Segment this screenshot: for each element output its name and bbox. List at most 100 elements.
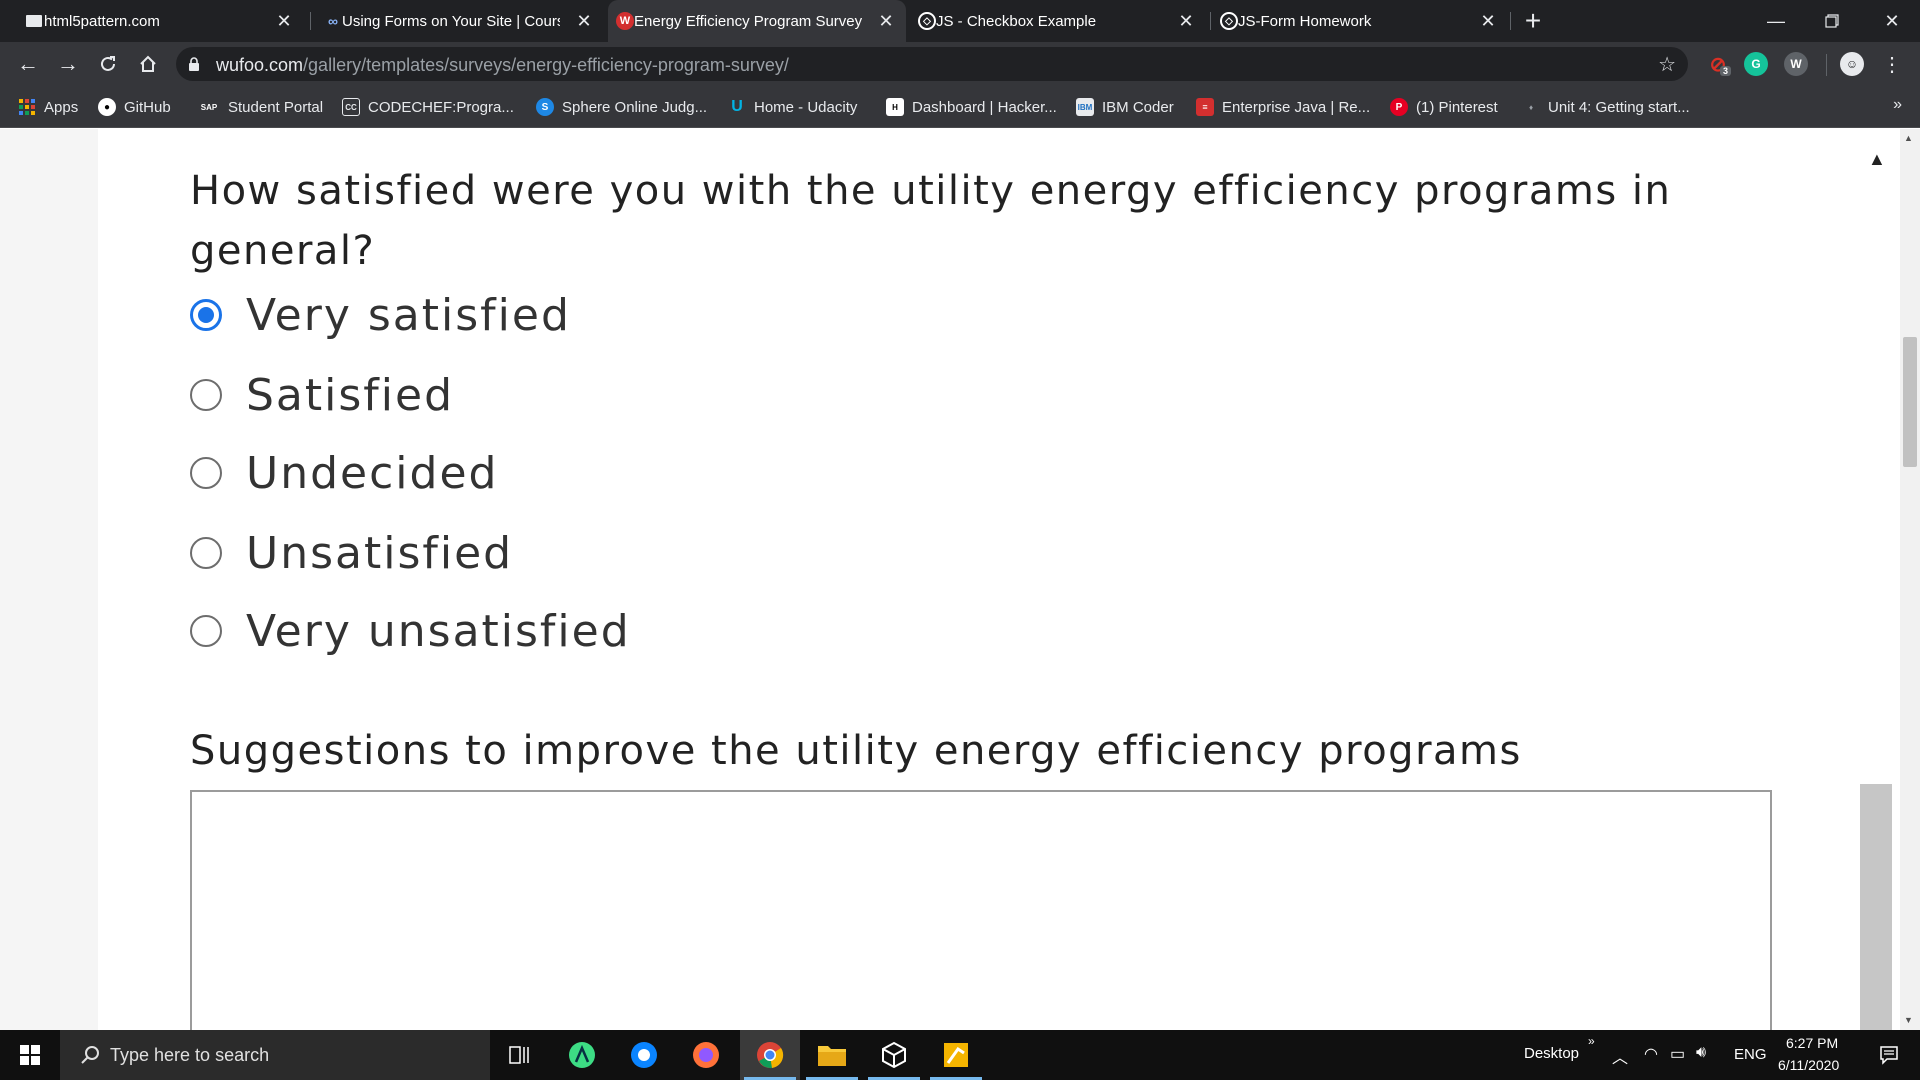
wufoo-icon: W xyxy=(616,12,634,30)
taskbar-search[interactable]: Type here to search xyxy=(60,1030,490,1080)
option-unsatisfied[interactable]: Unsatisfied xyxy=(190,523,513,583)
hackerrank-icon: H xyxy=(886,98,904,116)
bookmark-star-icon[interactable]: ☆ xyxy=(1658,52,1676,77)
file-explorer-icon[interactable] xyxy=(802,1030,862,1080)
bookmark-label: IBM Coder xyxy=(1102,98,1174,116)
firefox-blue-icon[interactable] xyxy=(614,1030,674,1080)
back-arrow-icon[interactable]: ← xyxy=(12,48,44,80)
profile-avatar-icon[interactable]: ☺ xyxy=(1840,52,1864,76)
address-bar[interactable]: wufoo.com/gallery/templates/surveys/ener… xyxy=(176,47,1688,81)
codechef-icon: CC xyxy=(342,98,360,116)
page-scroll-up-icon[interactable]: ▲ xyxy=(1904,133,1913,143)
reload-icon[interactable] xyxy=(92,48,124,80)
bookmark-label: Enterprise Java | Re... xyxy=(1222,98,1371,116)
tab-title: JS-Form Homework xyxy=(1238,12,1372,30)
desktop-toolbar-label[interactable]: Desktop xyxy=(1524,1045,1579,1062)
option-label: Satisfied xyxy=(246,369,455,421)
notification-center-icon[interactable] xyxy=(1862,1030,1916,1080)
search-placeholder: Type here to search xyxy=(110,1044,270,1065)
bookmark-unit4[interactable]: ♦ Unit 4: Getting start... xyxy=(1522,96,1690,118)
pinterest-icon: P xyxy=(1390,98,1408,116)
bookmark-label: Student Portal xyxy=(228,98,324,116)
page-scrollbar-thumb[interactable] xyxy=(1903,337,1917,467)
scroll-up-arrow-icon[interactable]: ▲ xyxy=(1868,149,1886,170)
chrome-icon[interactable] xyxy=(740,1030,800,1080)
forward-arrow-icon[interactable]: → xyxy=(52,48,84,80)
bookmarks-overflow-icon[interactable]: » xyxy=(1893,96,1902,114)
radio-satisfied[interactable] xyxy=(190,379,222,411)
radio-very-satisfied[interactable] xyxy=(190,299,222,331)
sticky-app-icon[interactable] xyxy=(926,1030,986,1080)
language-indicator[interactable]: ENG xyxy=(1734,1046,1767,1063)
suggestions-textarea[interactable] xyxy=(190,790,1772,1030)
clock-date[interactable]: 6/11/2020 xyxy=(1778,1057,1839,1073)
bookmark-label: Home - Udacity xyxy=(754,98,858,116)
w-extension-icon[interactable]: W xyxy=(1784,52,1808,76)
bookmark-ibm-coder[interactable]: IBM IBM Coder xyxy=(1076,96,1174,118)
tab-title: JS - Checkbox Example xyxy=(936,12,1097,30)
form-scrollbar-thumb[interactable] xyxy=(1860,784,1892,1030)
bookmark-apps[interactable]: Apps xyxy=(18,96,78,118)
option-satisfied[interactable]: Satisfied xyxy=(190,365,454,425)
grammarly-icon[interactable]: G xyxy=(1744,52,1768,76)
page-viewport: How satisfied were you with the utility … xyxy=(0,129,1920,1030)
search-icon xyxy=(81,1046,99,1064)
restore-icon[interactable] xyxy=(1804,0,1860,42)
tray-chevron-up-icon[interactable]: ︿ xyxy=(1612,1044,1628,1068)
bookmark-udacity[interactable]: U Home - Udacity xyxy=(728,96,857,118)
bookmark-label: CODECHEF:Progra... xyxy=(368,98,514,116)
radio-very-unsatisfied[interactable] xyxy=(190,615,222,647)
page-scrollbar-track[interactable] xyxy=(1900,129,1920,1030)
option-label: Very unsatisfied xyxy=(246,605,631,657)
home-icon[interactable] xyxy=(132,48,164,80)
bookmark-pinterest[interactable]: P (1) Pinterest xyxy=(1390,96,1498,118)
window-close-icon[interactable]: ✕ xyxy=(1864,0,1920,42)
wifi-icon[interactable]: ◠ xyxy=(1644,1044,1658,1064)
option-very-unsatisfied[interactable]: Very unsatisfied xyxy=(190,601,631,661)
volume-icon[interactable]: 🔊︎ xyxy=(1696,1044,1706,1062)
close-icon[interactable]: ✕ xyxy=(1174,9,1198,33)
bookmark-enterprise-java[interactable]: ≡ Enterprise Java | Re... xyxy=(1196,96,1370,118)
tab-form-homework[interactable]: ◇ JS-Form Homework ✕ xyxy=(1212,0,1508,42)
task-view-icon[interactable] xyxy=(490,1030,550,1080)
option-undecided[interactable]: Undecided xyxy=(190,443,498,503)
firefox-icon[interactable] xyxy=(676,1030,736,1080)
url-text: wufoo.com/gallery/templates/surveys/ener… xyxy=(216,55,789,75)
page-icon xyxy=(26,15,42,27)
android-studio-icon[interactable] xyxy=(552,1030,612,1080)
bookmark-label: Apps xyxy=(44,98,79,116)
bookmark-hackerrank[interactable]: H Dashboard | Hacker... xyxy=(886,96,1057,118)
radio-undecided[interactable] xyxy=(190,457,222,489)
close-icon[interactable]: ✕ xyxy=(272,9,296,33)
new-tab-plus-icon[interactable]: + xyxy=(1518,5,1548,36)
bullet-icon: ♦ xyxy=(1528,102,1534,112)
bookmark-label: Dashboard | Hacker... xyxy=(912,98,1057,116)
minimize-icon[interactable]: — xyxy=(1748,0,1804,42)
toolbar-overflow-icon[interactable]: » xyxy=(1588,1034,1595,1048)
extension-badge-icon[interactable]: ⊘ 3 xyxy=(1706,52,1732,76)
close-icon[interactable]: ✕ xyxy=(874,9,898,33)
bookmark-codechef[interactable]: CC CODECHEF:Progra... xyxy=(342,96,514,118)
spoj-icon: S xyxy=(536,98,554,116)
bookmark-student-portal[interactable]: SAP Student Portal xyxy=(198,96,323,118)
close-icon[interactable]: ✕ xyxy=(1476,9,1500,33)
tab-energy-survey[interactable]: W Energy Efficiency Program Survey ✕ xyxy=(608,0,906,42)
battery-icon[interactable]: ▭ xyxy=(1670,1044,1685,1064)
close-icon[interactable]: ✕ xyxy=(572,9,596,33)
tab-html5pattern[interactable]: html5pattern.com ✕ xyxy=(18,0,304,42)
bookmark-github[interactable]: ● GitHub xyxy=(98,96,171,118)
page-scroll-down-icon[interactable]: ▼ xyxy=(1904,1015,1913,1025)
windows-start-icon[interactable] xyxy=(0,1030,60,1080)
option-very-satisfied[interactable]: Very satisfied xyxy=(190,285,571,345)
bookmark-label: Sphere Online Judg... xyxy=(562,98,708,116)
tab-checkbox-example[interactable]: ◇ JS - Checkbox Example ✕ xyxy=(910,0,1206,42)
clock-time[interactable]: 6:27 PM xyxy=(1786,1035,1838,1051)
ibm-icon: IBM xyxy=(1076,98,1094,116)
kebab-menu-icon[interactable]: ⋮ xyxy=(1876,48,1908,80)
bookmarks-bar: Apps ● GitHub SAP Student Portal CC CODE… xyxy=(0,86,1920,128)
virtualbox-icon[interactable] xyxy=(864,1030,924,1080)
radio-unsatisfied[interactable] xyxy=(190,537,222,569)
browser-toolbar: ← → wufoo.com/gallery/templates/surveys/… xyxy=(0,42,1920,86)
tab-using-forms[interactable]: ∞ Using Forms on Your Site | Cours ✕ xyxy=(316,0,604,42)
bookmark-spoj[interactable]: S Sphere Online Judg... xyxy=(536,96,707,118)
